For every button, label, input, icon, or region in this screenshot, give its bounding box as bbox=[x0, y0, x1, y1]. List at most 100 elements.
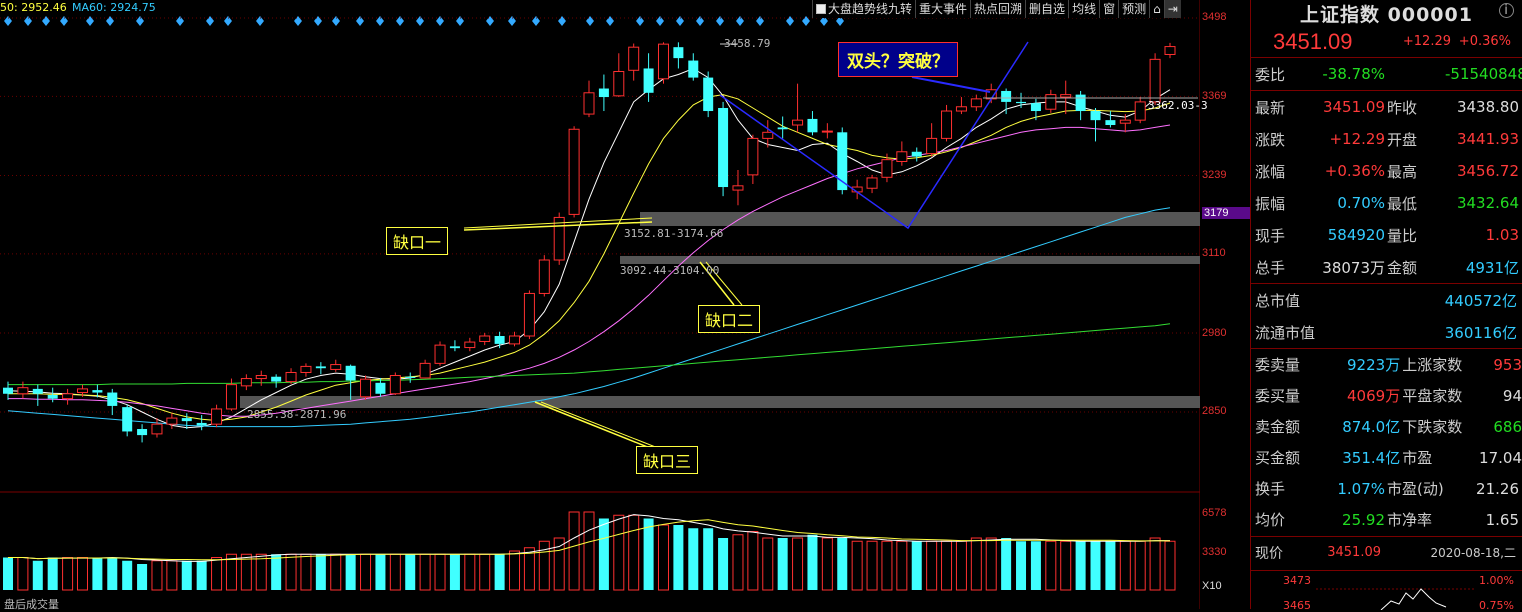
volume-bar bbox=[970, 537, 982, 591]
candle bbox=[1105, 111, 1116, 128]
intraday-mini-chart[interactable]: 3473 1.00% 3465 0.75% bbox=[1251, 570, 1522, 612]
volume-bar bbox=[703, 528, 714, 590]
candle bbox=[1001, 88, 1012, 115]
quote-row: 总市值 440572亿 bbox=[1251, 284, 1522, 316]
candle bbox=[926, 123, 938, 157]
quote-value: 4069万 bbox=[1347, 387, 1401, 405]
candle bbox=[1060, 80, 1072, 115]
candle-body bbox=[107, 392, 118, 406]
quote-row: 委比 -38.78% -51540848 bbox=[1251, 58, 1522, 90]
kline-chart-area[interactable]: 50: 2952.46 MA60: 2924.75 大盘趋势线九转 重大事件 热… bbox=[0, 0, 1250, 611]
candle-body bbox=[792, 119, 804, 126]
candle bbox=[1045, 89, 1057, 113]
quote-value-2: 1.65 bbox=[1485, 510, 1519, 529]
volume-bar bbox=[866, 540, 878, 591]
candle-body bbox=[1105, 120, 1116, 126]
candle-body bbox=[137, 429, 148, 436]
volume-bar bbox=[1045, 540, 1057, 591]
candle-body bbox=[375, 382, 386, 394]
volume-bar bbox=[122, 560, 133, 590]
candle-body bbox=[538, 259, 550, 294]
gap1-annotation: 缺口一 bbox=[386, 227, 449, 255]
candle-body bbox=[1075, 94, 1086, 112]
ma60-line bbox=[7, 207, 1171, 428]
candlestick-chart[interactable] bbox=[0, 0, 1200, 609]
delete-watchlist-button[interactable]: 删自选 bbox=[1025, 0, 1068, 18]
candle-body bbox=[1030, 103, 1041, 112]
quote-row: 买金额 351.4亿 市盈 17.04 bbox=[1251, 442, 1522, 473]
quote-row: 换手 1.07% 市盈(动) 21.26 bbox=[1251, 473, 1522, 504]
window-button[interactable]: 窗 bbox=[1099, 0, 1118, 18]
quote-value: +0.36% bbox=[1324, 162, 1385, 180]
trend-toggle[interactable]: 大盘趋势线九转 bbox=[812, 0, 915, 18]
candle bbox=[970, 94, 982, 112]
price-change-pct: +0.36% bbox=[1458, 34, 1511, 49]
forecast-button[interactable]: 预测 bbox=[1118, 0, 1149, 18]
volume-bar bbox=[1105, 541, 1116, 590]
candle bbox=[330, 359, 342, 372]
candle bbox=[955, 97, 967, 115]
candle-body bbox=[926, 137, 938, 155]
candle-body bbox=[434, 344, 446, 364]
quote-label: 现手 bbox=[1255, 226, 1286, 245]
volume-bar bbox=[211, 557, 223, 591]
volume-bar bbox=[166, 560, 178, 591]
quote-label-2: 金额 bbox=[1387, 258, 1418, 277]
hot-button[interactable]: 热点回溯 bbox=[970, 0, 1025, 18]
quote-label: 委比 bbox=[1255, 65, 1286, 84]
volume-bar bbox=[47, 557, 58, 590]
candle bbox=[688, 53, 699, 81]
candle-body bbox=[1045, 94, 1057, 110]
volume-bar bbox=[955, 540, 967, 591]
candle bbox=[271, 374, 282, 388]
candle-body bbox=[464, 341, 476, 349]
candle-body bbox=[911, 151, 922, 157]
quote-value-2: 360116亿 bbox=[1444, 323, 1517, 342]
quote-label-2: 量比 bbox=[1387, 226, 1418, 245]
candle-body bbox=[866, 177, 878, 189]
candle-body bbox=[315, 366, 326, 369]
vol-axis-unit: X10 bbox=[1202, 580, 1222, 592]
lock-icon[interactable]: ⌂ bbox=[1149, 0, 1164, 18]
quote-value-2: 3441.93 bbox=[1456, 130, 1519, 148]
candle bbox=[583, 80, 595, 118]
candle bbox=[657, 42, 669, 84]
candle bbox=[1075, 90, 1086, 121]
candle bbox=[866, 174, 878, 194]
candle-body bbox=[196, 422, 207, 426]
quote-value: 351.4亿 bbox=[1342, 449, 1401, 467]
candle bbox=[523, 290, 535, 340]
candle-body bbox=[1001, 90, 1012, 102]
candle bbox=[1149, 53, 1161, 105]
checkbox-icon[interactable] bbox=[816, 4, 826, 14]
quote-row: 现手 584920 量比 1.03 bbox=[1251, 219, 1522, 251]
info-icon[interactable]: i bbox=[1499, 3, 1514, 18]
candle bbox=[419, 359, 431, 379]
price-bar: 3451.09 +12.29 +0.36% bbox=[1251, 26, 1522, 58]
exit-icon[interactable]: ⇥ bbox=[1163, 0, 1181, 18]
candle bbox=[941, 104, 953, 142]
candle-body bbox=[732, 185, 744, 191]
price-change: +12.29 bbox=[1402, 34, 1451, 49]
candle bbox=[613, 53, 625, 98]
quote-row: 卖金额 874.0亿 下跌家数 686 bbox=[1251, 411, 1522, 442]
volume-bar bbox=[926, 540, 938, 591]
y-axis-label: 3110 bbox=[1202, 247, 1226, 259]
candle bbox=[598, 74, 609, 112]
candle bbox=[211, 404, 223, 428]
volume-bar bbox=[881, 540, 893, 591]
candle bbox=[538, 255, 550, 297]
quote-value-2: 953 bbox=[1493, 355, 1522, 374]
volume-bar bbox=[613, 514, 625, 591]
ma-button[interactable]: 均线 bbox=[1068, 0, 1099, 18]
quote-value: 1.07% bbox=[1337, 479, 1385, 498]
quote-row: 均价 25.92 市净率 1.65 bbox=[1251, 504, 1522, 535]
volume-bar bbox=[509, 550, 521, 591]
candle bbox=[405, 372, 416, 383]
candle bbox=[449, 340, 460, 352]
volume-bar bbox=[1001, 538, 1012, 590]
candle bbox=[494, 331, 505, 349]
events-button[interactable]: 重大事件 bbox=[915, 0, 970, 18]
last-price: 3451.09 bbox=[1273, 28, 1353, 54]
quote-label-2: 最低 bbox=[1387, 194, 1418, 213]
